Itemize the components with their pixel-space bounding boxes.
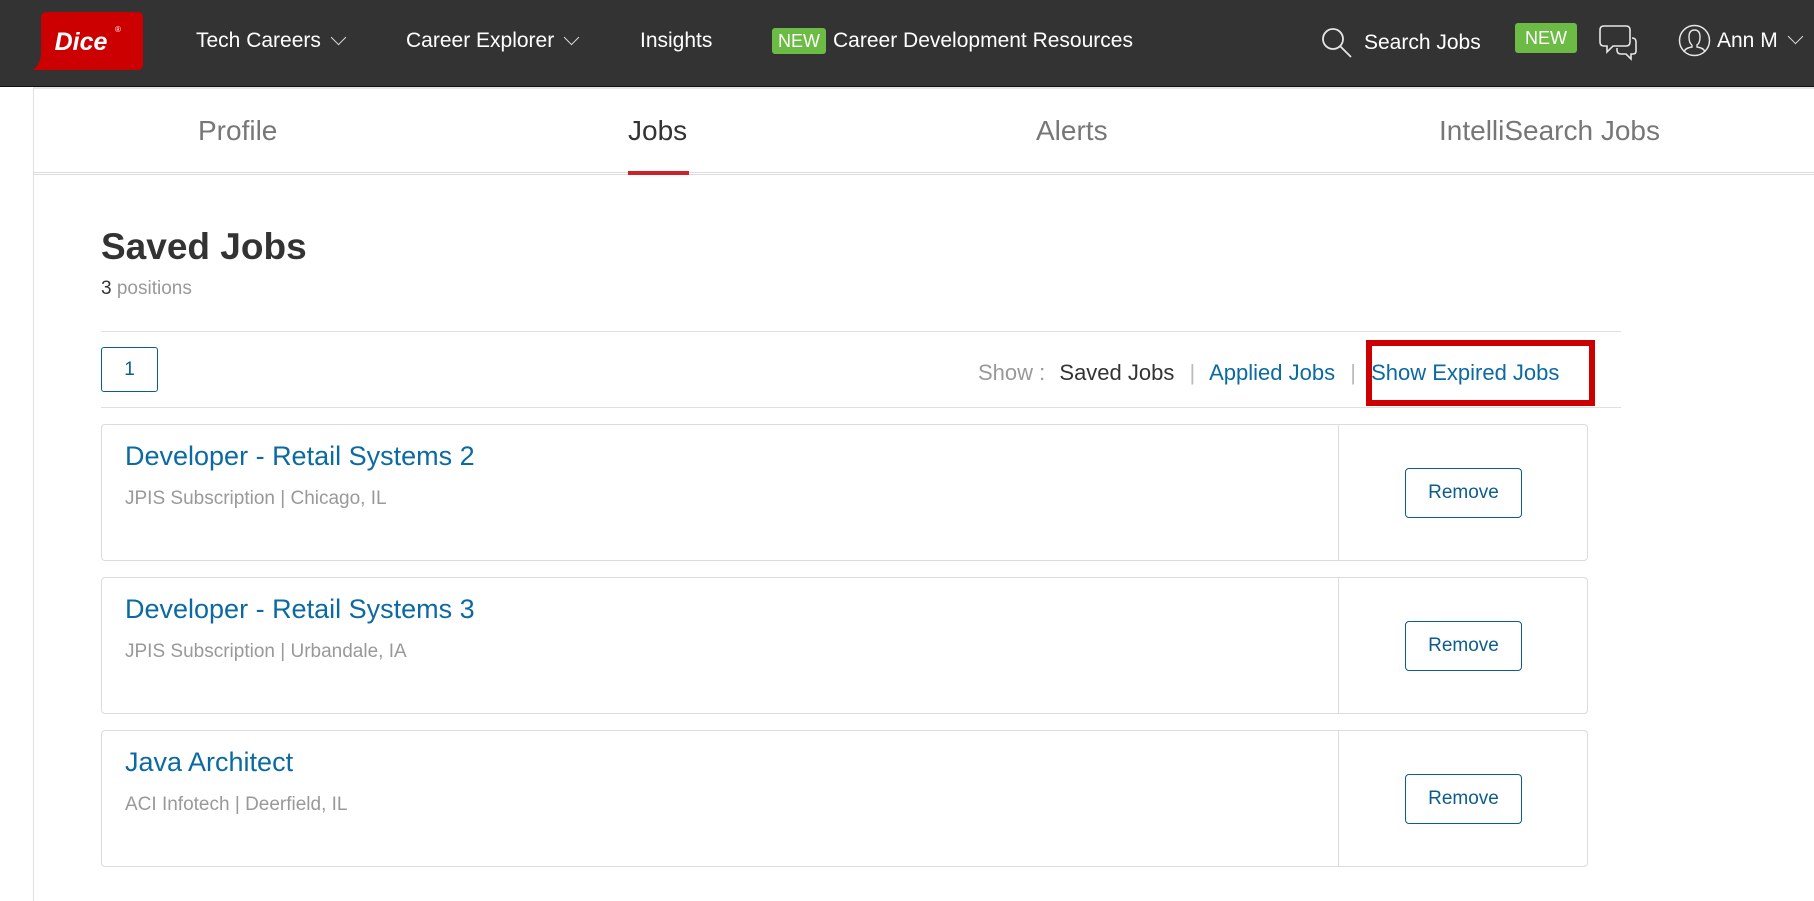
saved-job-card: Java Architect ACI Infotech | Deerfield,… bbox=[101, 730, 1588, 867]
job-info: Java Architect ACI Infotech | Deerfield,… bbox=[102, 731, 1339, 866]
chevron-down-icon bbox=[1787, 28, 1803, 45]
positions-count: 3 positions bbox=[101, 277, 192, 301]
tab-intellisearch-jobs[interactable]: IntelliSearch Jobs bbox=[1439, 111, 1660, 151]
chevron-down-icon bbox=[330, 29, 347, 45]
user-avatar-icon bbox=[1678, 24, 1711, 57]
saved-job-card: Developer - Retail Systems 2 JPIS Subscr… bbox=[101, 424, 1588, 561]
nav-insights-label: Insights bbox=[640, 29, 713, 52]
search-icon bbox=[1322, 28, 1352, 58]
divider bbox=[101, 331, 1621, 332]
chat-bubbles-icon bbox=[1599, 25, 1637, 61]
pagination-page-1[interactable]: 1 bbox=[101, 347, 158, 392]
job-company: JPIS Subscription bbox=[125, 488, 275, 509]
new-badge: NEW bbox=[772, 28, 826, 54]
account-tabs: Profile Jobs Alerts IntelliSearch Jobs bbox=[34, 87, 1814, 175]
tab-profile[interactable]: Profile bbox=[198, 111, 277, 151]
job-location: Deerfield, IL bbox=[245, 794, 348, 815]
remove-button[interactable]: Remove bbox=[1405, 621, 1522, 671]
remove-button[interactable]: Remove bbox=[1405, 468, 1522, 518]
search-jobs-link[interactable]: Search Jobs bbox=[1320, 26, 1481, 60]
job-company: JPIS Subscription bbox=[125, 641, 275, 662]
dice-logo[interactable]: Dice ® bbox=[33, 12, 143, 70]
job-meta: JPIS Subscription | Urbandale, IA bbox=[125, 641, 407, 662]
page-title: Saved Jobs bbox=[101, 226, 307, 267]
separator: | bbox=[1350, 360, 1356, 385]
nav-career-development-resources[interactable]: NEW Career Development Resources bbox=[772, 26, 1133, 56]
saved-job-card: Developer - Retail Systems 3 JPIS Subscr… bbox=[101, 577, 1588, 714]
messages-button[interactable] bbox=[1599, 24, 1641, 67]
job-location: Urbandale, IA bbox=[290, 641, 407, 662]
filter-applied-jobs-link[interactable]: Applied Jobs bbox=[1209, 360, 1335, 385]
nav-career-explorer-label: Career Explorer bbox=[406, 29, 555, 52]
user-menu[interactable]: Ann M bbox=[1678, 24, 1803, 57]
top-nav-bar: Dice ® Tech Careers Career Explorer Insi… bbox=[0, 0, 1814, 87]
annotation-highlight-box bbox=[1366, 340, 1595, 406]
remove-button[interactable]: Remove bbox=[1405, 774, 1522, 824]
job-info: Developer - Retail Systems 2 JPIS Subscr… bbox=[102, 425, 1339, 560]
job-company: ACI Infotech bbox=[125, 794, 230, 815]
tab-jobs[interactable]: Jobs bbox=[628, 111, 687, 151]
search-jobs-label: Search Jobs bbox=[1364, 31, 1481, 54]
nav-career-development-label: Career Development Resources bbox=[833, 29, 1133, 52]
nav-tech-careers[interactable]: Tech Careers bbox=[196, 26, 347, 56]
nav-tech-careers-label: Tech Careers bbox=[196, 29, 321, 52]
positions-count-label: positions bbox=[116, 278, 192, 299]
job-info: Developer - Retail Systems 3 JPIS Subscr… bbox=[102, 578, 1339, 713]
svg-text:®: ® bbox=[115, 25, 121, 34]
new-feature-badge[interactable]: NEW bbox=[1515, 23, 1577, 53]
dice-logo-icon: Dice ® bbox=[33, 12, 143, 70]
job-meta: ACI Infotech | Deerfield, IL bbox=[125, 794, 348, 815]
divider bbox=[101, 407, 1621, 408]
active-tab-indicator bbox=[628, 171, 689, 175]
job-location: Chicago, IL bbox=[290, 488, 387, 509]
job-title-link[interactable]: Developer - Retail Systems 3 bbox=[125, 592, 475, 626]
filter-saved-jobs: Saved Jobs bbox=[1059, 360, 1175, 385]
separator: | bbox=[1189, 360, 1196, 385]
job-title-link[interactable]: Developer - Retail Systems 2 bbox=[125, 439, 475, 473]
user-name: Ann M bbox=[1717, 28, 1778, 52]
job-title-link[interactable]: Java Architect bbox=[125, 745, 293, 779]
show-filter-label: Show : bbox=[978, 360, 1046, 385]
tab-alerts[interactable]: Alerts bbox=[1036, 111, 1108, 151]
content-panel: Profile Jobs Alerts IntelliSearch Jobs S… bbox=[33, 87, 1814, 901]
job-meta: JPIS Subscription | Chicago, IL bbox=[125, 488, 387, 509]
logo-text: Dice bbox=[55, 28, 108, 56]
chevron-down-icon bbox=[563, 29, 580, 45]
nav-insights[interactable]: Insights bbox=[640, 26, 712, 56]
positions-count-number: 3 bbox=[101, 278, 112, 299]
nav-career-explorer[interactable]: Career Explorer bbox=[406, 26, 580, 56]
